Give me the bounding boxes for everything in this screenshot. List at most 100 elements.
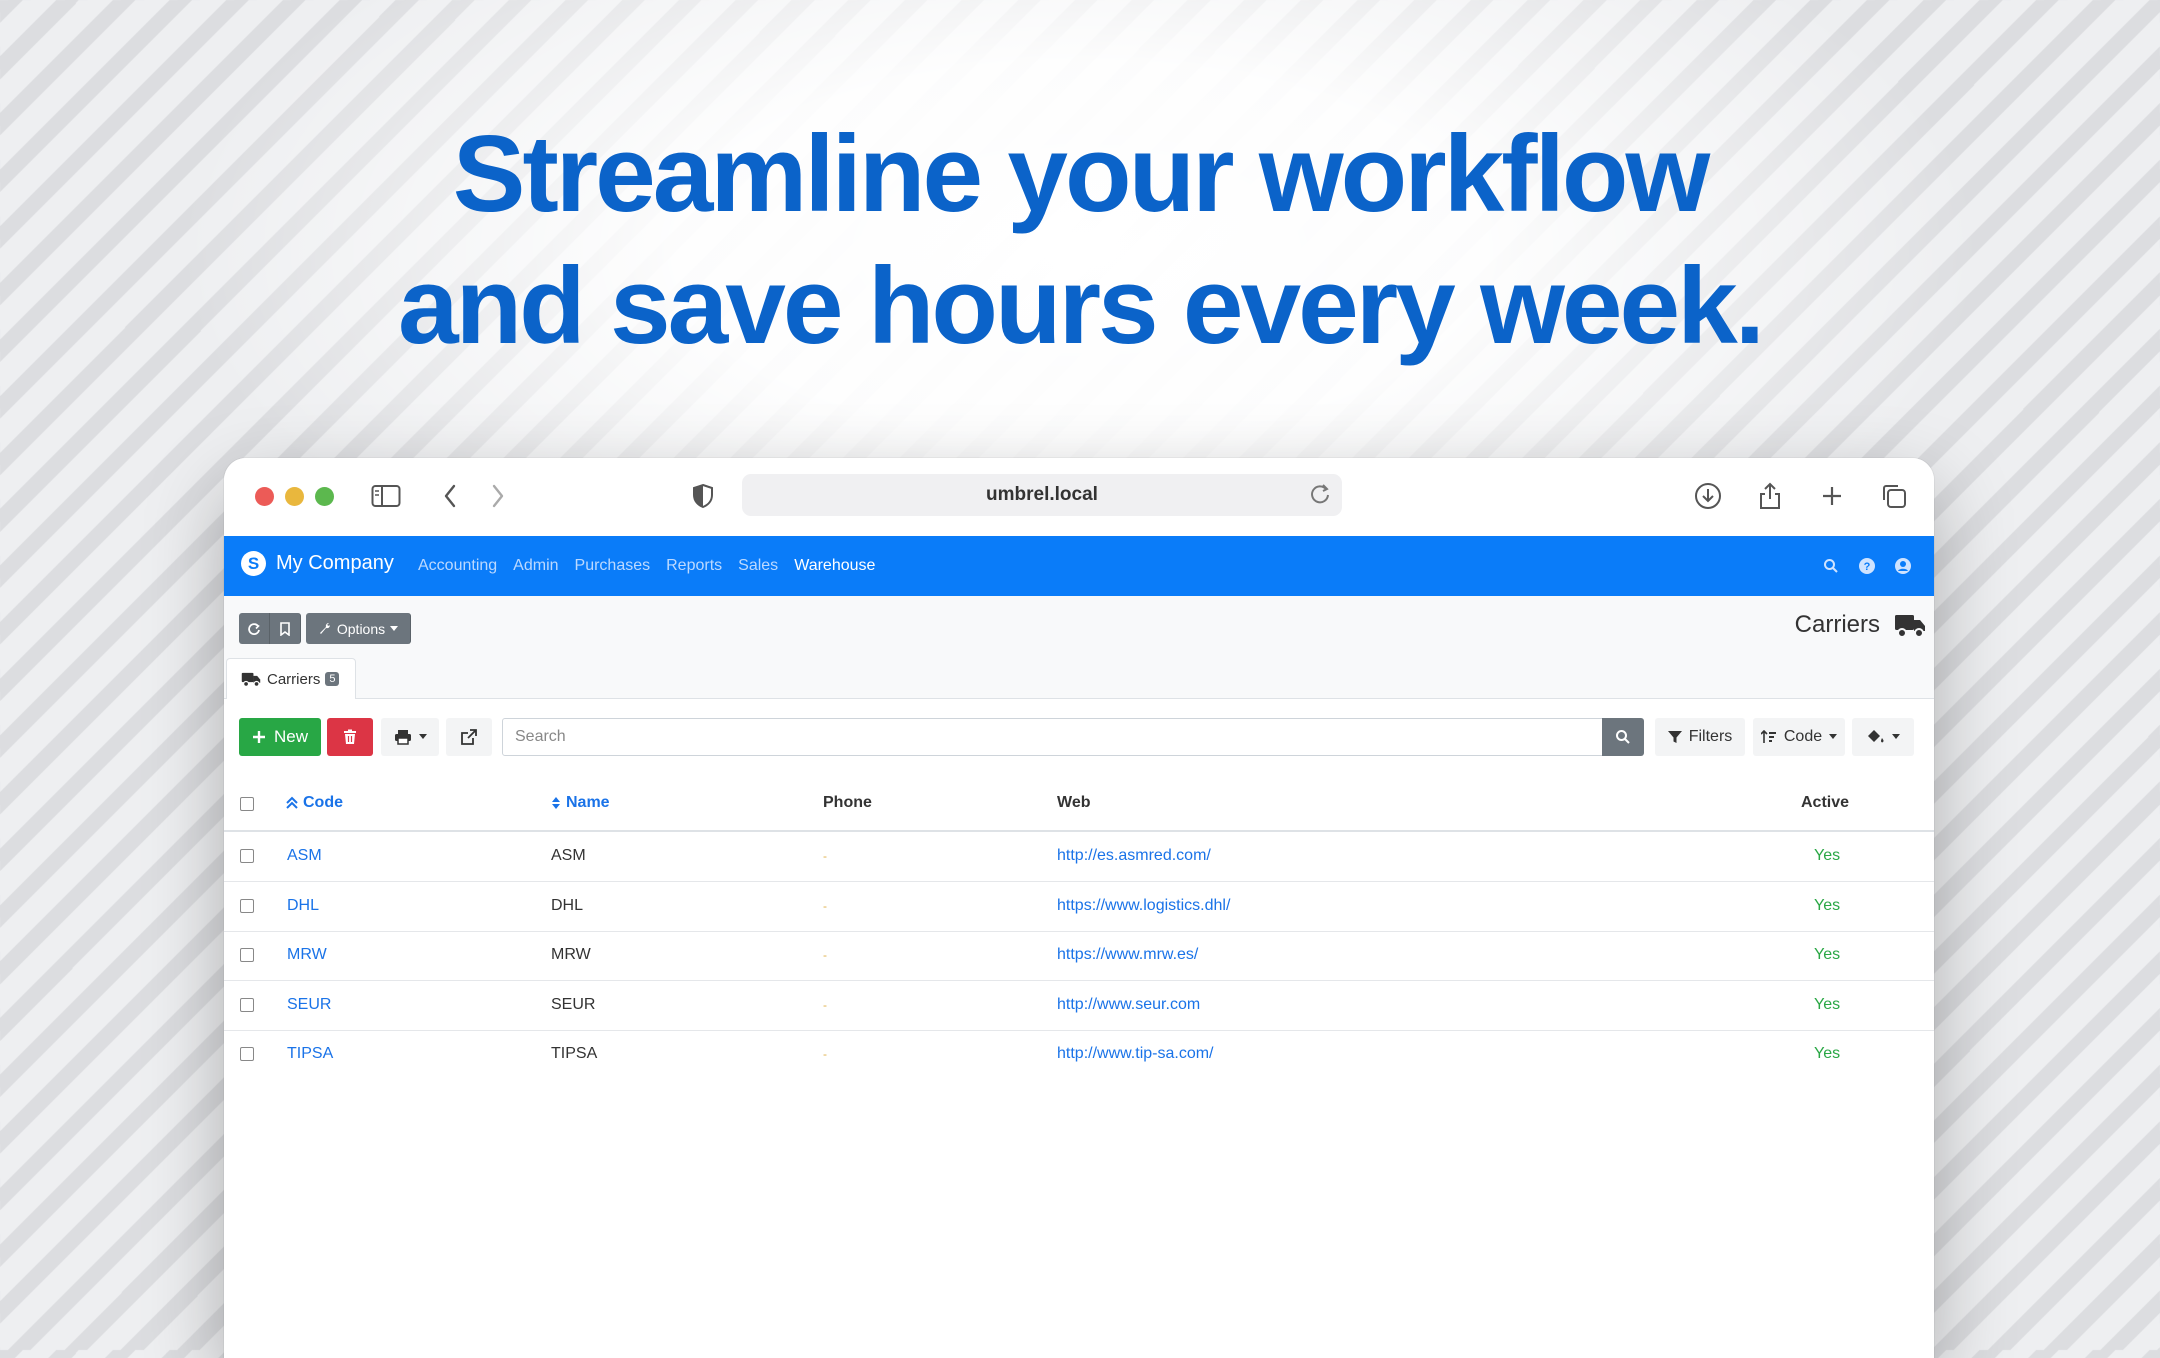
svg-text:?: ? xyxy=(1864,561,1871,573)
help-icon[interactable]: ? xyxy=(1856,555,1878,577)
menu-item-reports[interactable]: Reports xyxy=(666,557,722,575)
column-header-active[interactable]: Active xyxy=(1801,794,1849,812)
browser-toolbar: umbrel.local xyxy=(224,458,1934,536)
sidebar-toggle-icon[interactable] xyxy=(369,479,403,513)
address-bar[interactable]: umbrel.local xyxy=(742,474,1342,516)
cell-web[interactable]: https://www.mrw.es/ xyxy=(1057,946,1198,964)
row-checkbox[interactable] xyxy=(240,899,254,913)
reload-icon[interactable] xyxy=(1306,480,1334,514)
cell-code[interactable]: TIPSA xyxy=(287,1045,333,1063)
order-by-button[interactable]: Code xyxy=(1753,718,1845,756)
options-label: Options xyxy=(336,620,386,637)
export-button[interactable] xyxy=(446,718,492,756)
page-title-text: Carriers xyxy=(1794,611,1880,638)
cell-active: Yes xyxy=(1814,1045,1841,1062)
downloads-icon[interactable] xyxy=(1691,479,1725,513)
bookmark-button[interactable] xyxy=(270,613,301,644)
tab-count-badge: 5 xyxy=(325,672,340,686)
sort-ascending-icon xyxy=(286,796,298,809)
back-icon[interactable] xyxy=(433,479,467,513)
table-header: Code Name Phone Web Active xyxy=(224,778,1934,832)
search-icon xyxy=(1616,730,1630,744)
cell-name: DHL xyxy=(551,897,584,914)
column-header-web[interactable]: Web xyxy=(1057,794,1090,812)
table-row[interactable]: SEUR SEUR - http://www.seur.com Yes xyxy=(224,981,1934,1031)
privacy-shield-icon[interactable] xyxy=(686,479,720,513)
cell-code[interactable]: ASM xyxy=(287,847,322,865)
new-button-label: New xyxy=(273,727,308,746)
close-window-button[interactable] xyxy=(255,487,274,506)
menu-item-purchases[interactable]: Purchases xyxy=(575,557,651,575)
search-button[interactable] xyxy=(1602,718,1644,756)
cell-phone: - xyxy=(823,849,827,863)
row-checkbox[interactable] xyxy=(240,1047,254,1061)
search-icon[interactable] xyxy=(1820,555,1842,577)
options-button[interactable]: Options xyxy=(306,613,411,644)
cell-web[interactable]: http://es.asmred.com/ xyxy=(1057,847,1211,865)
filter-icon xyxy=(1667,731,1682,743)
browser-window: umbrel.local S My Company Accounting Adm… xyxy=(224,458,1934,1358)
forward-icon[interactable] xyxy=(481,479,515,513)
filters-button[interactable]: Filters xyxy=(1655,718,1745,756)
cell-phone: - xyxy=(823,998,827,1012)
search-input[interactable]: Search xyxy=(502,718,1603,756)
table-row[interactable]: TIPSA TIPSA - http://www.tip-sa.com/ Yes xyxy=(224,1030,1934,1079)
page-toolbar xyxy=(224,596,1934,648)
caret-down-icon xyxy=(390,625,399,631)
print-icon xyxy=(394,730,411,745)
row-checkbox[interactable] xyxy=(240,998,254,1012)
truck-icon xyxy=(1895,615,1925,638)
table-row[interactable]: MRW MRW - https://www.mrw.es/ Yes xyxy=(224,931,1934,981)
cell-phone: - xyxy=(823,948,827,962)
filters-label: Filters xyxy=(1688,728,1733,745)
new-button[interactable]: New xyxy=(239,718,321,756)
headline: Streamline your workflow and save hours … xyxy=(0,108,2160,372)
cell-phone: - xyxy=(823,899,827,913)
new-tab-icon[interactable] xyxy=(1815,479,1849,513)
column-header-name[interactable]: Name xyxy=(551,794,610,812)
cell-code[interactable]: DHL xyxy=(287,897,319,915)
delete-button[interactable] xyxy=(327,718,373,756)
share-icon[interactable] xyxy=(1753,479,1787,513)
toolbar-buttons: Options xyxy=(239,613,411,644)
menu-item-accounting[interactable]: Accounting xyxy=(418,557,497,575)
table-row[interactable]: ASM ASM - http://es.asmred.com/ Yes xyxy=(224,832,1934,882)
sort-icon xyxy=(552,797,560,809)
caret-down-icon xyxy=(418,734,427,739)
caret-down-icon xyxy=(1829,734,1838,739)
menu-item-admin[interactable]: Admin xyxy=(513,557,558,575)
cell-code[interactable]: MRW xyxy=(287,946,327,964)
wrench-icon xyxy=(319,622,330,634)
brand[interactable]: S My Company xyxy=(241,551,394,576)
color-rules-button[interactable] xyxy=(1852,718,1914,756)
plus-icon xyxy=(252,731,265,743)
headline-line-1: Streamline your workflow xyxy=(452,113,1710,235)
cell-active: Yes xyxy=(1814,946,1841,963)
cell-web[interactable]: https://www.logistics.dhl/ xyxy=(1057,897,1230,915)
menu-item-sales[interactable]: Sales xyxy=(738,557,778,575)
zoom-window-button[interactable] xyxy=(315,487,334,506)
company-logo-icon: S xyxy=(241,551,266,576)
tab-carriers[interactable]: Carriers 5 xyxy=(226,658,356,699)
column-header-phone[interactable]: Phone xyxy=(823,794,872,812)
url-text: umbrel.local xyxy=(986,484,1098,505)
tab-overview-icon[interactable] xyxy=(1877,479,1911,513)
trash-icon xyxy=(344,729,356,744)
table-row[interactable]: DHL DHL - https://www.logistics.dhl/ Yes xyxy=(224,882,1934,932)
menu-item-warehouse[interactable]: Warehouse xyxy=(794,557,875,575)
truck-icon xyxy=(241,672,261,687)
cell-web[interactable]: http://www.tip-sa.com/ xyxy=(1057,1045,1214,1063)
column-header-code[interactable]: Code xyxy=(286,794,343,812)
tabs-bar xyxy=(224,648,1934,699)
user-account-icon[interactable] xyxy=(1892,555,1914,577)
print-button[interactable] xyxy=(381,718,439,756)
select-all-checkbox[interactable] xyxy=(240,797,254,811)
minimize-window-button[interactable] xyxy=(285,487,304,506)
brand-name: My Company xyxy=(276,552,394,574)
cell-web[interactable]: http://www.seur.com xyxy=(1057,996,1200,1014)
navbar-actions: ? xyxy=(1820,555,1914,577)
refresh-button[interactable] xyxy=(239,613,270,644)
cell-code[interactable]: SEUR xyxy=(287,996,331,1014)
row-checkbox[interactable] xyxy=(240,948,254,962)
row-checkbox[interactable] xyxy=(240,849,254,863)
